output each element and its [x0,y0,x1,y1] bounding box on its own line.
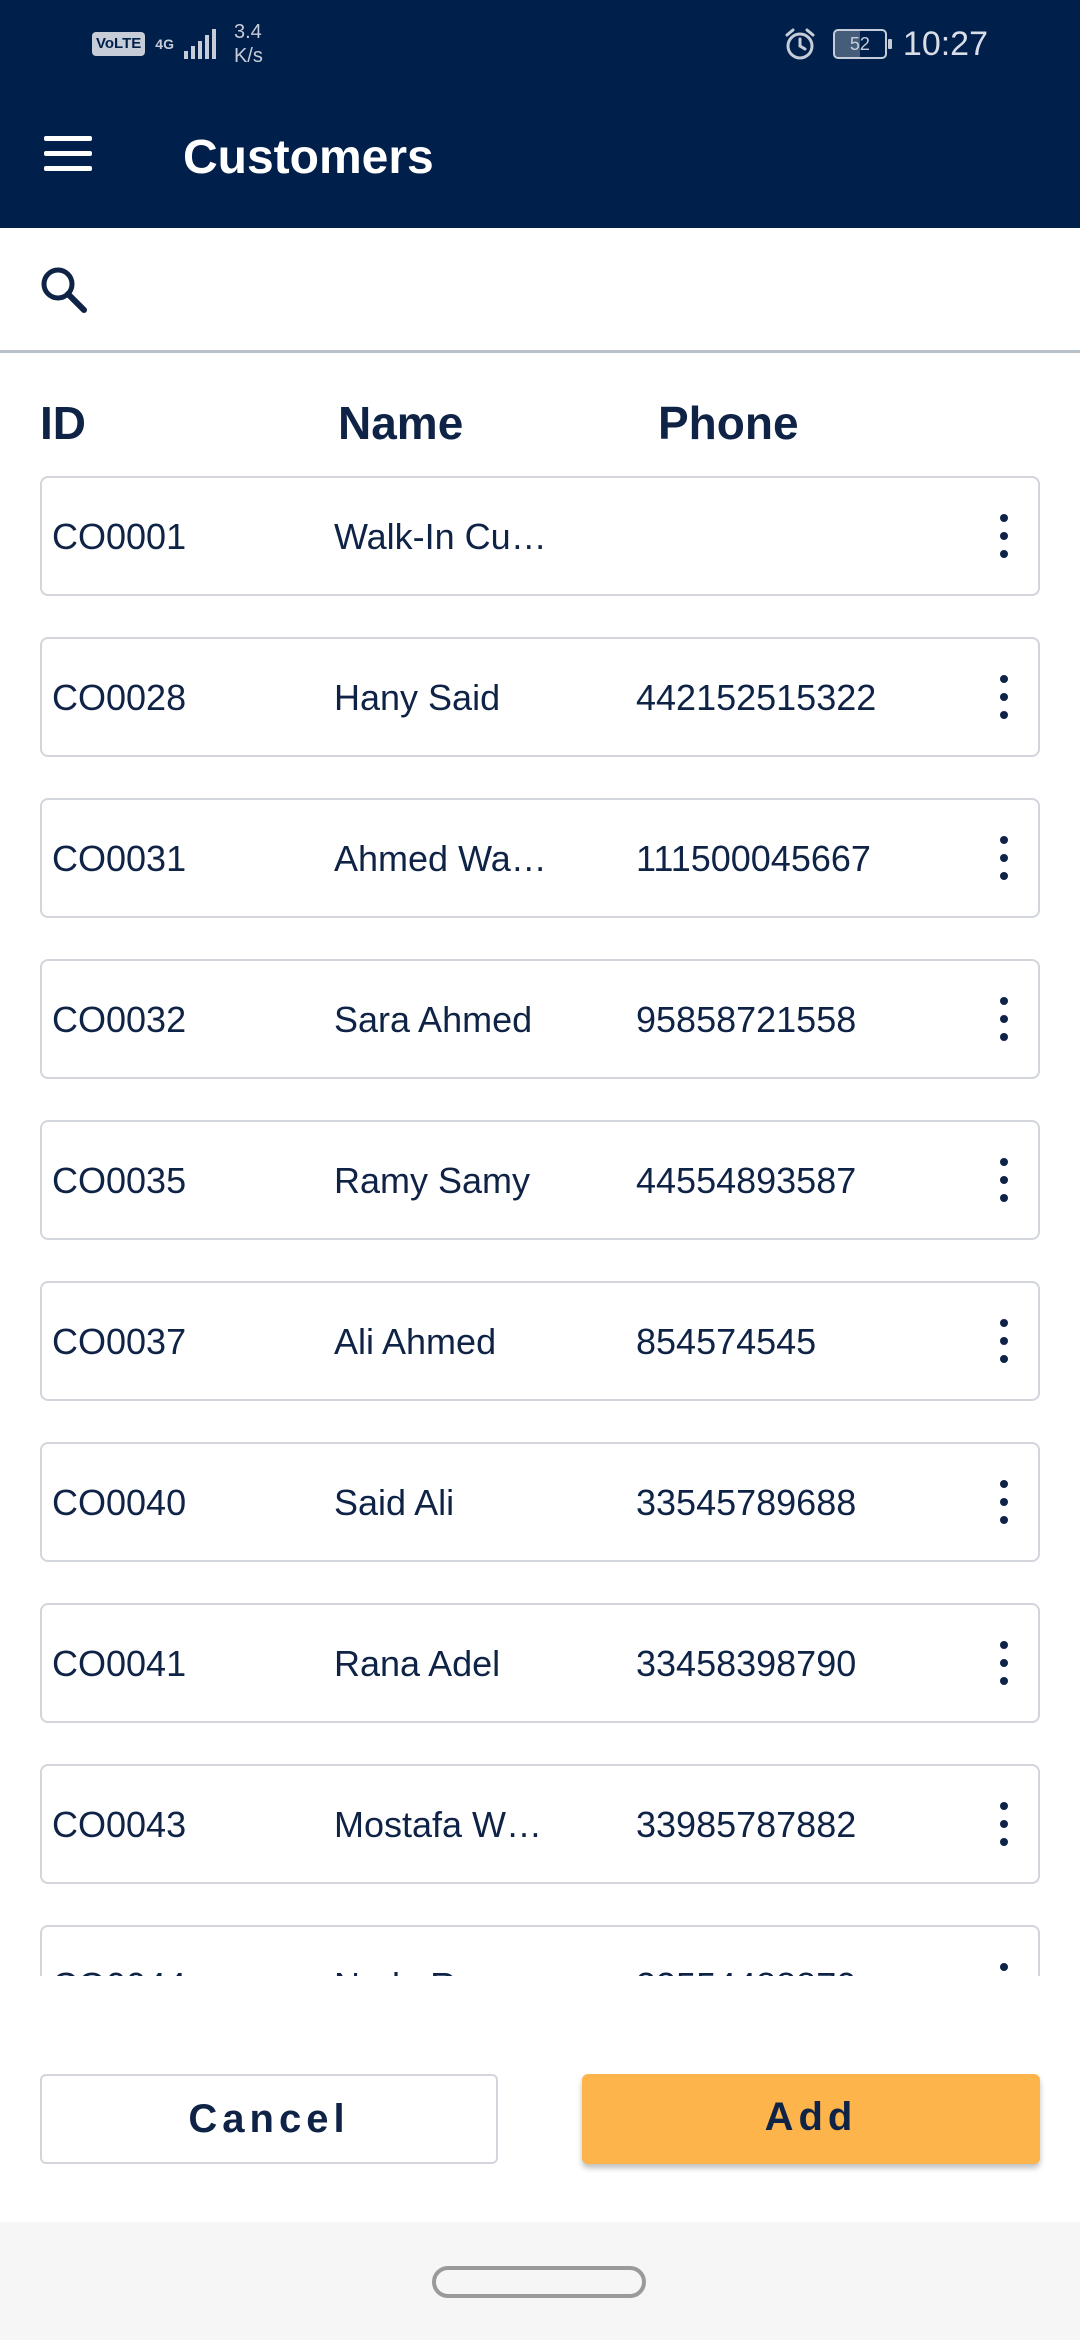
customer-id: CO0028 [52,677,187,718]
search-bar [0,228,1080,353]
customer-list[interactable]: CO0001 Walk-In Cus… CO0028 Hany Said 442… [40,476,1040,1976]
customer-name: Sara Ahmed [334,999,533,1040]
customer-name: Mostafa W… [334,1804,543,1845]
table-row[interactable]: CO0037 Ali Ahmed 854574545 [40,1281,1040,1401]
customer-phone: 33554488870 [636,1964,856,1976]
customer-id: CO0040 [52,1482,187,1523]
alarm-icon [785,28,815,60]
table-row[interactable]: CO0028 Hany Said 442152515322 [40,637,1040,757]
customer-id: CO0032 [52,999,187,1040]
customer-phone: 95858721558 [636,999,857,1040]
customer-name: Ali Ahmed [334,1321,497,1362]
network-speed: 3.4 K/s [234,20,263,68]
customer-name: Hany Said [334,677,501,718]
customer-id: CO0041 [52,1643,187,1684]
system-navigation-bar [0,2222,1080,2340]
more-options-icon[interactable] [994,997,1014,1045]
home-gesture-handle[interactable] [432,2266,646,2298]
signal-strength-icon [183,29,216,59]
page-title: Customers [183,131,434,184]
more-options-icon[interactable] [994,1641,1014,1689]
app-bar: VoLTE 4G 3.4 K/s 52 10:27 Customers [0,0,1080,228]
more-options-icon[interactable] [994,675,1014,723]
customer-id: CO0044 [52,1964,186,1976]
status-bar-right: 52 10:27 [783,18,988,70]
more-options-icon[interactable] [994,836,1014,884]
customer-id: CO0035 [52,1160,187,1201]
customer-phone: 854574545 [636,1321,817,1362]
more-options-icon[interactable] [994,1802,1014,1850]
table-row[interactable]: CO0041 Rana Adel 33458398790 [40,1603,1040,1723]
more-options-icon[interactable] [994,1319,1014,1367]
customer-id: CO0031 [52,838,187,879]
customer-phone: 33985787882 [636,1804,857,1845]
customer-phone: 442152515322 [636,677,877,718]
customer-phone: 111500045667 [636,838,871,879]
battery-level: 52 [849,34,870,54]
customer-name: Ramy Samy [334,1160,531,1201]
customer-name: Walk-In Cus… [334,516,554,557]
customer-id: CO0037 [52,1321,187,1362]
table-row[interactable]: CO0031 Ahmed Wal… 111500045667 [40,798,1040,918]
more-options-icon[interactable] [994,1158,1014,1206]
customer-phone: 33458398790 [636,1643,857,1684]
volte-badge: VoLTE [92,32,146,56]
table-row[interactable]: CO0032 Sara Ahmed 95858721558 [40,959,1040,1079]
battery-icon: 52 [832,29,892,59]
more-options-icon[interactable] [994,514,1014,562]
customer-name: Rana Adel [334,1643,501,1684]
network-type-label: 4G [155,36,174,52]
table-row[interactable]: CO0043 Mostafa W… 33985787882 [40,1764,1040,1884]
column-header-phone: Phone [658,397,799,449]
table-row[interactable]: CO0035 Ramy Samy 44554893587 [40,1120,1040,1240]
customer-id: CO0043 [52,1804,187,1845]
search-input[interactable] [120,248,1024,330]
table-header: ID Name Phone [0,390,1080,460]
customer-name: Said Ali [334,1482,455,1523]
more-options-icon[interactable] [994,1480,1014,1528]
cancel-button[interactable]: Cancel [40,2074,498,2164]
customer-name: Nada R… [334,1964,492,1976]
table-row[interactable]: CO0040 Said Ali 33545789688 [40,1442,1040,1562]
hamburger-menu-icon[interactable] [44,136,96,176]
customer-id: CO0001 [52,516,187,557]
status-bar-left: VoLTE 4G 3.4 K/s [92,18,263,70]
status-time: 10:27 [902,24,988,63]
network-speed-value: 3.4 [233,21,262,43]
add-button[interactable]: Add [582,2074,1040,2164]
customer-phone: 44554893587 [636,1160,857,1201]
customer-name: Ahmed Wal… [334,838,554,879]
table-row[interactable]: CO0001 Walk-In Cus… [40,476,1040,596]
column-header-name: Name [338,397,464,449]
more-options-icon[interactable] [994,1963,1014,1976]
network-speed-unit: K/s [233,45,263,67]
column-header-id: ID [40,397,86,449]
customer-phone: 33545789688 [636,1482,857,1523]
table-row[interactable]: CO0044 Nada R… 33554488870 [40,1925,1040,1976]
search-icon[interactable] [38,264,90,316]
